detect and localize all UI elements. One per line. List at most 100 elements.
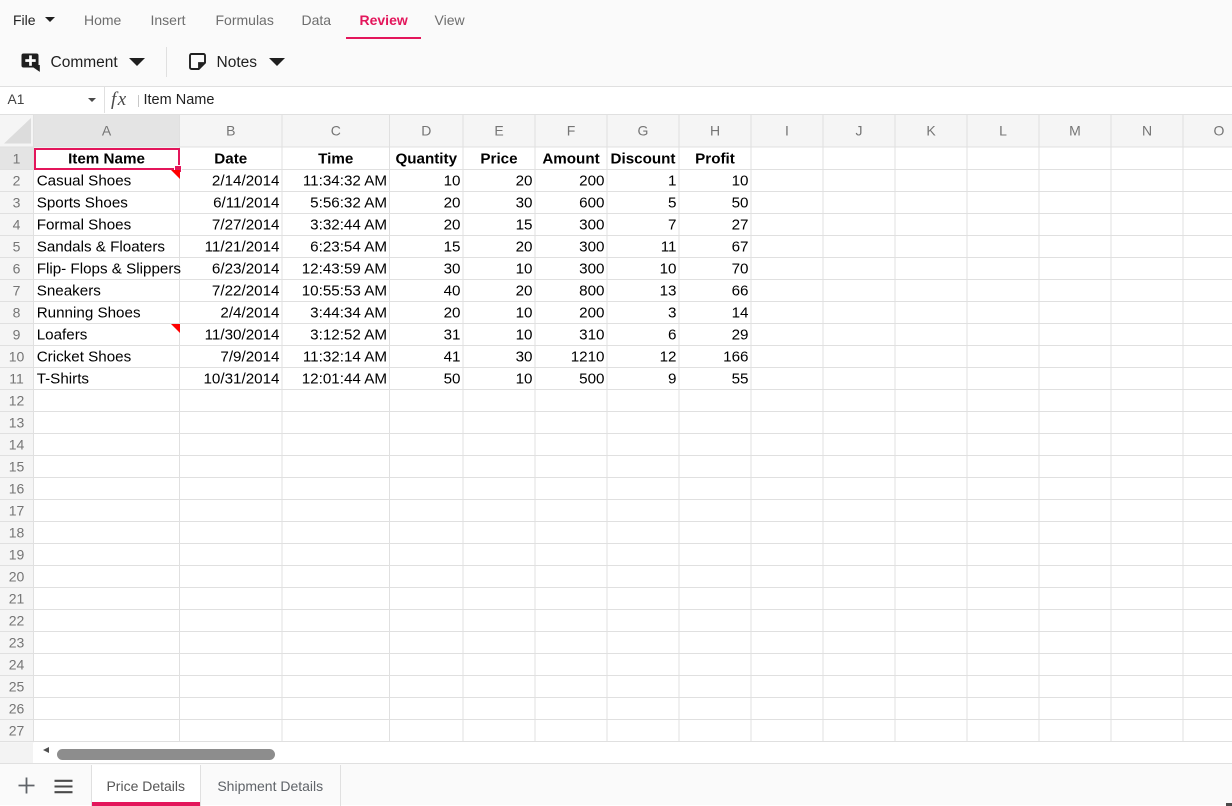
svg-text:31: 31 [444, 327, 461, 344]
svg-text:10/31/2014: 10/31/2014 [203, 371, 279, 388]
svg-text:Sandals & Floaters: Sandals & Floaters [37, 239, 166, 256]
svg-text:10: 10 [516, 327, 533, 344]
svg-text:30: 30 [444, 261, 461, 278]
svg-text:29: 29 [732, 327, 749, 344]
svg-text:5: 5 [13, 238, 21, 254]
svg-text:14: 14 [9, 436, 25, 452]
svg-text:40: 40 [444, 283, 461, 300]
svg-text:12:01:44 AM: 12:01:44 AM [302, 371, 387, 388]
svg-text:9: 9 [13, 326, 21, 342]
svg-text:11:34:32 AM: 11:34:32 AM [303, 173, 387, 190]
svg-text:G: G [638, 123, 649, 139]
svg-text:11/30/2014: 11/30/2014 [205, 327, 280, 344]
svg-text:10:55:53 AM: 10:55:53 AM [302, 283, 387, 300]
svg-text:26: 26 [9, 700, 25, 716]
svg-text:6: 6 [13, 260, 21, 276]
svg-text:600: 600 [579, 195, 604, 212]
svg-text:7/9/2014: 7/9/2014 [220, 349, 279, 366]
svg-text:Sneakers: Sneakers [37, 283, 102, 300]
svg-text:12: 12 [9, 392, 25, 408]
svg-text:21: 21 [9, 590, 25, 606]
svg-text:N: N [1142, 123, 1152, 139]
svg-text:6:23:54 AM: 6:23:54 AM [310, 239, 387, 256]
svg-text:7/27/2014: 7/27/2014 [212, 217, 280, 234]
svg-text:20: 20 [9, 568, 25, 584]
svg-text:11/21/2014: 11/21/2014 [205, 239, 280, 256]
svg-text:20: 20 [516, 239, 533, 256]
svg-text:27: 27 [732, 217, 749, 234]
svg-text:3: 3 [668, 305, 676, 322]
svg-text:22: 22 [9, 612, 25, 628]
svg-text:6/11/2014: 6/11/2014 [213, 195, 279, 212]
svg-text:I: I [785, 123, 789, 139]
svg-text:15: 15 [516, 217, 533, 234]
svg-text:12:43:59 AM: 12:43:59 AM [302, 261, 387, 278]
svg-text:66: 66 [732, 283, 749, 300]
svg-text:2/14/2014: 2/14/2014 [212, 173, 280, 190]
svg-text:B: B [226, 123, 235, 139]
svg-text:8: 8 [13, 304, 21, 320]
svg-text:27: 27 [9, 722, 25, 738]
svg-text:7: 7 [668, 217, 676, 234]
svg-text:10: 10 [9, 348, 25, 364]
svg-text:200: 200 [579, 173, 604, 190]
svg-text:70: 70 [732, 261, 749, 278]
svg-text:1: 1 [13, 150, 21, 166]
svg-text:3:12:52 AM: 3:12:52 AM [310, 327, 387, 344]
svg-text:6: 6 [668, 327, 676, 344]
svg-text:166: 166 [723, 349, 748, 366]
svg-text:30: 30 [516, 195, 533, 212]
svg-text:19: 19 [9, 546, 25, 562]
svg-text:Price: Price [480, 151, 517, 168]
svg-text:20: 20 [444, 217, 461, 234]
svg-text:E: E [494, 123, 503, 139]
svg-text:10: 10 [732, 173, 749, 190]
svg-text:15: 15 [444, 239, 461, 256]
svg-text:20: 20 [516, 173, 533, 190]
svg-text:5:56:32 AM: 5:56:32 AM [310, 195, 387, 212]
svg-text:F: F [567, 123, 576, 139]
svg-text:M: M [1069, 123, 1081, 139]
svg-text:Profit: Profit [695, 151, 735, 168]
svg-text:300: 300 [579, 261, 604, 278]
svg-text:Cricket Shoes: Cricket Shoes [37, 349, 132, 366]
svg-text:C: C [331, 123, 341, 139]
svg-text:11: 11 [9, 370, 24, 386]
svg-text:67: 67 [732, 239, 749, 256]
svg-text:A: A [102, 123, 112, 139]
svg-text:10: 10 [516, 305, 533, 322]
svg-text:25: 25 [9, 678, 25, 694]
svg-text:10: 10 [660, 261, 677, 278]
svg-text:T-Shirts: T-Shirts [37, 371, 90, 388]
svg-text:Amount: Amount [542, 151, 599, 168]
svg-text:H: H [710, 123, 720, 139]
svg-text:15: 15 [9, 458, 25, 474]
svg-text:20: 20 [516, 283, 533, 300]
svg-text:10: 10 [516, 371, 533, 388]
svg-text:24: 24 [9, 656, 25, 672]
svg-text:Formal Shoes: Formal Shoes [37, 217, 132, 234]
svg-text:K: K [926, 123, 936, 139]
svg-text:20: 20 [444, 305, 461, 322]
svg-text:800: 800 [579, 283, 604, 300]
svg-text:Date: Date [214, 151, 247, 168]
svg-text:300: 300 [579, 217, 604, 234]
svg-text:Running Shoes: Running Shoes [37, 305, 141, 322]
svg-text:310: 310 [579, 327, 604, 344]
svg-text:J: J [856, 123, 863, 139]
svg-text:17: 17 [9, 502, 25, 518]
svg-text:2: 2 [13, 172, 21, 188]
svg-text:7/22/2014: 7/22/2014 [212, 283, 280, 300]
svg-text:30: 30 [516, 349, 533, 366]
svg-text:50: 50 [444, 371, 461, 388]
svg-text:Quantity: Quantity [395, 151, 457, 168]
svg-text:1: 1 [668, 173, 676, 190]
svg-text:1210: 1210 [571, 349, 605, 366]
svg-text:3:32:44 AM: 3:32:44 AM [310, 217, 387, 234]
svg-text:3:44:34 AM: 3:44:34 AM [310, 305, 387, 322]
svg-text:9: 9 [668, 371, 676, 388]
svg-text:6/23/2014: 6/23/2014 [212, 261, 280, 278]
svg-text:Time: Time [318, 151, 353, 168]
svg-text:16: 16 [9, 480, 25, 496]
svg-text:300: 300 [579, 239, 604, 256]
